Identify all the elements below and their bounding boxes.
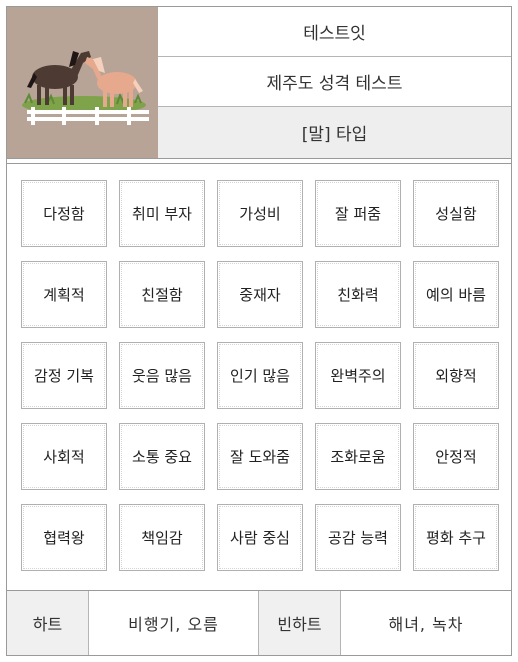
compatibility-footer: 하트 비행기, 오름 빈하트 해녀, 녹차	[7, 590, 511, 655]
result-type: [말] 타입	[158, 107, 511, 158]
trait-chip[interactable]: 성실함	[413, 180, 499, 247]
trait-chip[interactable]: 안정적	[413, 423, 499, 490]
trait-chip[interactable]: 계획적	[21, 261, 107, 328]
trait-chip[interactable]: 소통 중요	[119, 423, 205, 490]
good-match-value: 비행기, 오름	[89, 591, 259, 655]
site-title: 테스트잇	[158, 7, 511, 57]
trait-chip[interactable]: 가성비	[217, 180, 303, 247]
trait-chip[interactable]: 잘 도와줌	[217, 423, 303, 490]
result-header: 테스트잇 제주도 성격 테스트 [말] 타입	[7, 7, 511, 159]
trait-chip[interactable]: 중재자	[217, 261, 303, 328]
trait-chip[interactable]: 협력왕	[21, 504, 107, 571]
trait-chip[interactable]: 친절함	[119, 261, 205, 328]
test-title: 제주도 성격 테스트	[158, 57, 511, 107]
trait-chip[interactable]: 인기 많음	[217, 342, 303, 409]
good-match-label: 하트	[7, 591, 89, 655]
trait-chip[interactable]: 공감 능력	[315, 504, 401, 571]
trait-grid: 다정함 취미 부자 가성비 잘 퍼줌 성실함 계획적 친절함 중재자 친화력 예…	[21, 180, 499, 571]
trait-chip[interactable]: 조화로움	[315, 423, 401, 490]
trait-chip[interactable]: 감정 기복	[21, 342, 107, 409]
trait-chip[interactable]: 다정함	[21, 180, 107, 247]
bad-match-value: 해녀, 녹차	[388, 615, 464, 634]
trait-chip[interactable]: 취미 부자	[119, 180, 205, 247]
trait-chip[interactable]: 외향적	[413, 342, 499, 409]
trait-chip[interactable]: 평화 추구	[413, 504, 499, 571]
horse-illustration	[7, 7, 158, 158]
trait-chip[interactable]: 잘 퍼줌	[315, 180, 401, 247]
trait-chip[interactable]: 완벽주의	[315, 342, 401, 409]
trait-chip[interactable]: 책임감	[119, 504, 205, 571]
section-divider	[7, 158, 511, 164]
trait-chip[interactable]: 예의 바름	[413, 261, 499, 328]
trait-chip[interactable]: 사회적	[21, 423, 107, 490]
trait-chip[interactable]: 웃음 많음	[119, 342, 205, 409]
bad-match-label: 빈하트	[259, 591, 341, 655]
trait-chip[interactable]: 친화력	[315, 261, 401, 328]
result-card: 테스트잇 제주도 성격 테스트 [말] 타입 다정함 취미 부자 가성비 잘 퍼…	[6, 6, 512, 656]
trait-chip[interactable]: 사람 중심	[217, 504, 303, 571]
